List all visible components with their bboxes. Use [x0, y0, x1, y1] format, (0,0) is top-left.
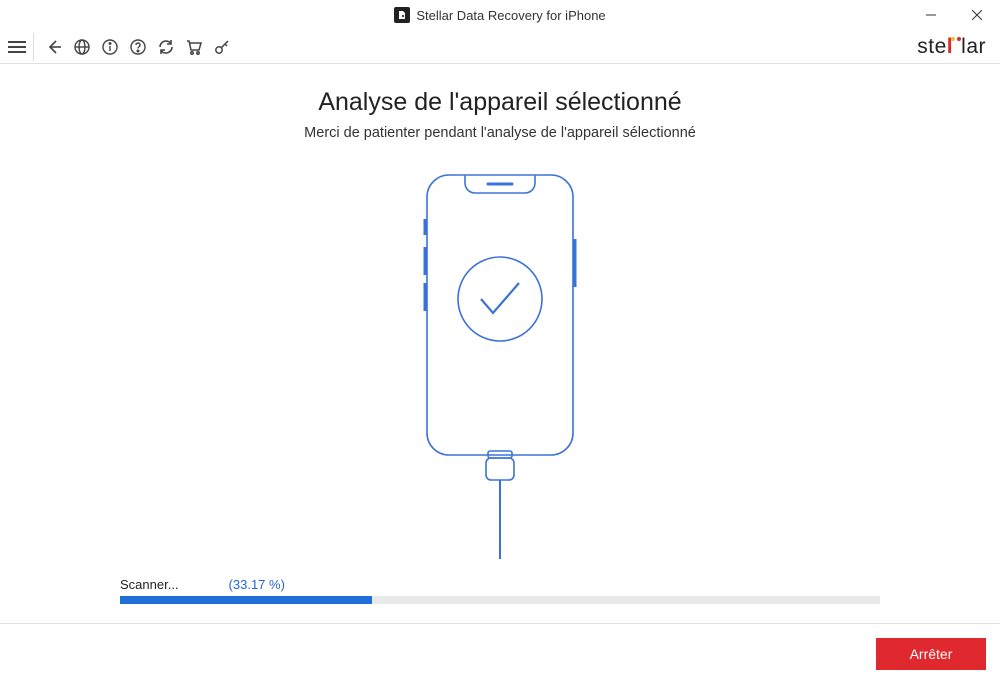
window-controls [908, 0, 1000, 30]
cart-icon[interactable] [180, 33, 208, 61]
titlebar: Stellar Data Recovery for iPhone [0, 0, 1000, 30]
progress-fill [120, 596, 372, 604]
minimize-button[interactable] [908, 0, 954, 30]
app-icon [394, 7, 410, 23]
progress-area: Scanner... (33.17 %) [120, 577, 880, 604]
brand-logo: stellar [917, 35, 986, 59]
footer: Arrêter [0, 623, 1000, 683]
refresh-icon[interactable] [152, 33, 180, 61]
progress-percent-label: (33.17 %) [229, 577, 285, 592]
page-subtitle: Merci de patienter pendant l'analyse de … [0, 125, 1000, 141]
window-title: Stellar Data Recovery for iPhone [416, 8, 605, 23]
content-area: Analyse de l'appareil sélectionné Merci … [0, 64, 1000, 604]
key-icon[interactable] [208, 33, 236, 61]
progress-status-label: Scanner... [120, 577, 179, 592]
info-icon[interactable] [96, 33, 124, 61]
page-heading: Analyse de l'appareil sélectionné [0, 88, 1000, 117]
help-icon[interactable] [124, 33, 152, 61]
phone-illustration [0, 169, 1000, 559]
progress-bar [120, 596, 880, 604]
menu-icon[interactable] [6, 33, 34, 61]
close-button[interactable] [954, 0, 1000, 30]
toolbar: stellar [0, 30, 1000, 64]
stop-button[interactable]: Arrêter [876, 638, 986, 670]
globe-icon[interactable] [68, 33, 96, 61]
back-icon[interactable] [40, 33, 68, 61]
